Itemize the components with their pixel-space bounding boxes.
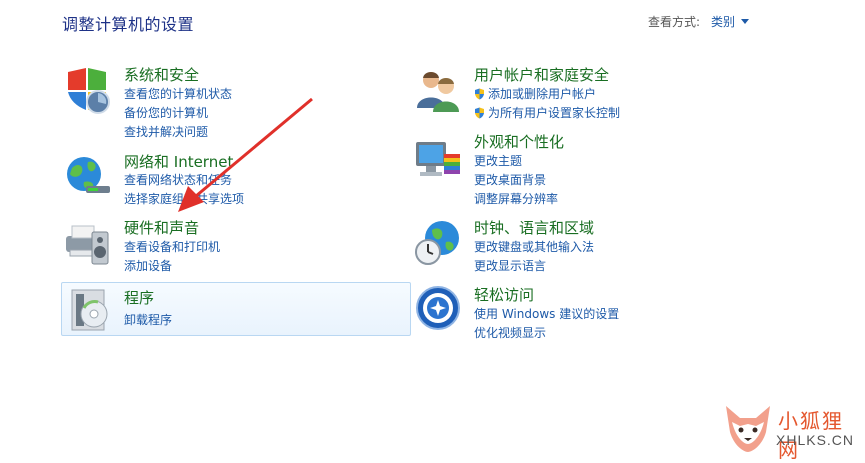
link-parental-controls[interactable]: 为所有用户设置家长控制	[474, 104, 620, 121]
programs-disc-icon[interactable]	[64, 286, 112, 334]
category-title[interactable]: 网络和 Internet	[124, 151, 233, 172]
link-recommended-settings[interactable]: 使用 Windows 建议的设置	[474, 305, 619, 322]
category-title[interactable]: 硬件和声音	[124, 217, 199, 238]
category-title[interactable]: 程序	[124, 287, 154, 308]
link-uninstall-program[interactable]: 卸载程序	[124, 311, 172, 328]
monitor-palette-icon[interactable]	[414, 136, 462, 184]
chevron-down-icon	[741, 19, 750, 24]
link-network-status[interactable]: 查看网络状态和任务	[124, 171, 232, 188]
link-desktop-background[interactable]: 更改桌面背景	[474, 171, 546, 188]
category-title[interactable]: 轻松访问	[474, 284, 534, 305]
category-title[interactable]: 外观和个性化	[474, 131, 564, 152]
category-title[interactable]: 用户帐户和家庭安全	[474, 64, 609, 85]
link-devices-printers[interactable]: 查看设备和打印机	[124, 238, 220, 255]
view-by-value: 类别	[711, 15, 736, 29]
link-add-remove-users[interactable]: 添加或删除用户帐户	[474, 85, 596, 102]
users-icon[interactable]	[414, 66, 462, 114]
category-title[interactable]: 系统和安全	[124, 64, 199, 85]
watermark-domain: XHLKS.CN	[776, 432, 855, 448]
link-label: 为所有用户设置家长控制	[488, 106, 621, 120]
link-backup-computer[interactable]: 备份您的计算机	[124, 104, 208, 121]
ease-of-access-icon[interactable]	[414, 284, 462, 332]
link-homegroup-sharing[interactable]: 选择家庭组和共享选项	[124, 190, 244, 207]
link-add-device[interactable]: 添加设备	[124, 257, 172, 274]
printer-speaker-icon[interactable]	[64, 220, 112, 268]
uac-shield-icon	[475, 107, 484, 118]
fox-logo-icon	[726, 406, 770, 452]
view-by-dropdown[interactable]: 类别	[711, 13, 750, 30]
link-change-theme[interactable]: 更改主题	[474, 152, 522, 169]
network-globe-icon[interactable]	[64, 152, 112, 200]
category-title[interactable]: 时钟、语言和区域	[474, 217, 594, 238]
link-label: 添加或删除用户帐户	[488, 87, 597, 101]
uac-shield-icon	[475, 88, 484, 99]
link-screen-resolution[interactable]: 调整屏幕分辨率	[474, 190, 558, 207]
view-by-label: 查看方式:	[648, 15, 701, 29]
link-troubleshoot[interactable]: 查找并解决问题	[124, 123, 208, 140]
page-title: 调整计算机的设置	[62, 15, 195, 34]
clock-globe-icon[interactable]	[414, 218, 462, 266]
shield-globe-icon[interactable]	[64, 66, 112, 114]
link-view-computer-status[interactable]: 查看您的计算机状态	[124, 85, 232, 102]
category-programs[interactable]	[61, 282, 411, 336]
link-display-language[interactable]: 更改显示语言	[474, 257, 546, 274]
link-optimize-display[interactable]: 优化视频显示	[474, 324, 546, 341]
link-change-keyboard[interactable]: 更改键盘或其他输入法	[474, 238, 594, 255]
